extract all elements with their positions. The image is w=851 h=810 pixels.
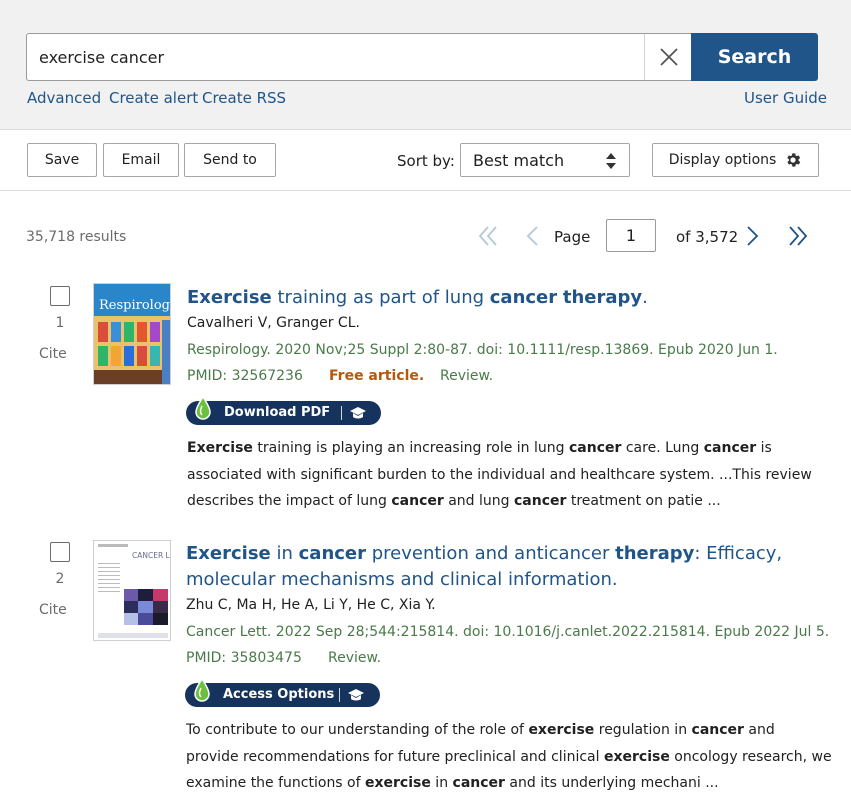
result-snippet: Exercise training is playing an increasi…	[187, 440, 812, 509]
double-chevron-left-icon[interactable]	[476, 224, 500, 248]
gear-icon	[787, 153, 801, 167]
clear-search-button[interactable]	[644, 34, 692, 80]
display-options-label: Display options	[668, 152, 777, 168]
result-snippet: To contribute to our understanding of th…	[186, 722, 832, 791]
cite-button[interactable]: Cite	[39, 346, 67, 362]
result-citation: Cancer Lett. 2022 Sep 28;544:215814. doi…	[186, 624, 830, 640]
sort-selected-value: Best match	[473, 150, 565, 170]
pill-separator	[341, 406, 342, 420]
create-alert-link[interactable]: Create alert	[109, 89, 198, 107]
chevron-right-icon[interactable]	[743, 224, 763, 248]
download-pdf-button[interactable]: Download PDF	[186, 396, 381, 425]
publication-type: Review.	[328, 650, 382, 666]
cover-title-text: CANCER LETTERS	[132, 551, 171, 560]
result-pmid: PMID: 35803475	[186, 650, 302, 666]
send-to-button[interactable]: Send to	[184, 143, 276, 177]
droplet-icon	[194, 678, 210, 702]
result-authors: Zhu C, Ma H, He A, Li Y, He C, Xia Y.	[186, 597, 436, 613]
journal-cover-thumbnail[interactable]: Respirology	[93, 283, 171, 385]
result-citation: Respirology. 2020 Nov;25 Suppl 2:80-87. …	[187, 342, 778, 358]
result-checkbox[interactable]	[50, 542, 70, 562]
result-number: 2	[55, 571, 65, 587]
cancer-letters-cover-image: CANCER LETTERS	[94, 541, 171, 640]
droplet-icon	[195, 396, 211, 420]
user-guide-link[interactable]: User Guide	[744, 89, 827, 107]
result-pmid: PMID: 32567236	[187, 368, 303, 384]
cover-title-text: Respirology	[99, 298, 171, 313]
result-number: 1	[55, 315, 65, 331]
results-count: 35,718 results	[26, 229, 127, 245]
cite-button[interactable]: Cite	[39, 602, 67, 618]
total-pages: of 3,572	[676, 228, 739, 246]
chevron-left-icon[interactable]	[522, 224, 542, 248]
free-article-label: Free article.	[329, 368, 425, 384]
create-rss-link[interactable]: Create RSS	[202, 89, 286, 107]
display-options-button[interactable]: Display options	[652, 143, 819, 177]
result-title-link[interactable]: Exercise training as part of lung cancer…	[187, 285, 648, 311]
page-number-input[interactable]	[606, 219, 656, 252]
search-input[interactable]	[39, 34, 639, 80]
respirology-cover-image: Respirology	[94, 284, 171, 384]
pill-label: Access Options	[223, 687, 335, 702]
sort-arrows-icon	[606, 153, 616, 169]
access-options-button[interactable]: Access Options	[185, 678, 380, 707]
save-button[interactable]: Save	[27, 143, 97, 177]
result-title-link[interactable]: Exercise in cancer prevention and antica…	[186, 541, 782, 593]
pill-label: Download PDF	[224, 405, 331, 420]
double-chevron-right-icon[interactable]	[786, 224, 810, 248]
journal-cover-thumbnail[interactable]: CANCER LETTERS	[93, 540, 171, 641]
sort-select[interactable]: Best match	[460, 143, 630, 177]
search-button[interactable]: Search	[691, 33, 818, 81]
search-box	[26, 33, 692, 81]
toolbar-divider	[0, 190, 851, 191]
result-authors: Cavalheri V, Granger CL.	[187, 315, 360, 331]
search-header: Search Advanced Create alert Create RSS …	[0, 0, 851, 130]
graduation-cap-icon	[350, 407, 366, 419]
page-label: Page	[554, 228, 591, 246]
advanced-link[interactable]: Advanced	[27, 89, 101, 107]
email-button[interactable]: Email	[103, 143, 179, 177]
sort-by-label: Sort by:	[397, 152, 455, 170]
pill-separator	[339, 688, 340, 702]
close-icon	[659, 48, 678, 66]
graduation-cap-icon	[348, 689, 364, 701]
result-checkbox[interactable]	[50, 286, 70, 306]
publication-type: Review.	[440, 368, 494, 384]
